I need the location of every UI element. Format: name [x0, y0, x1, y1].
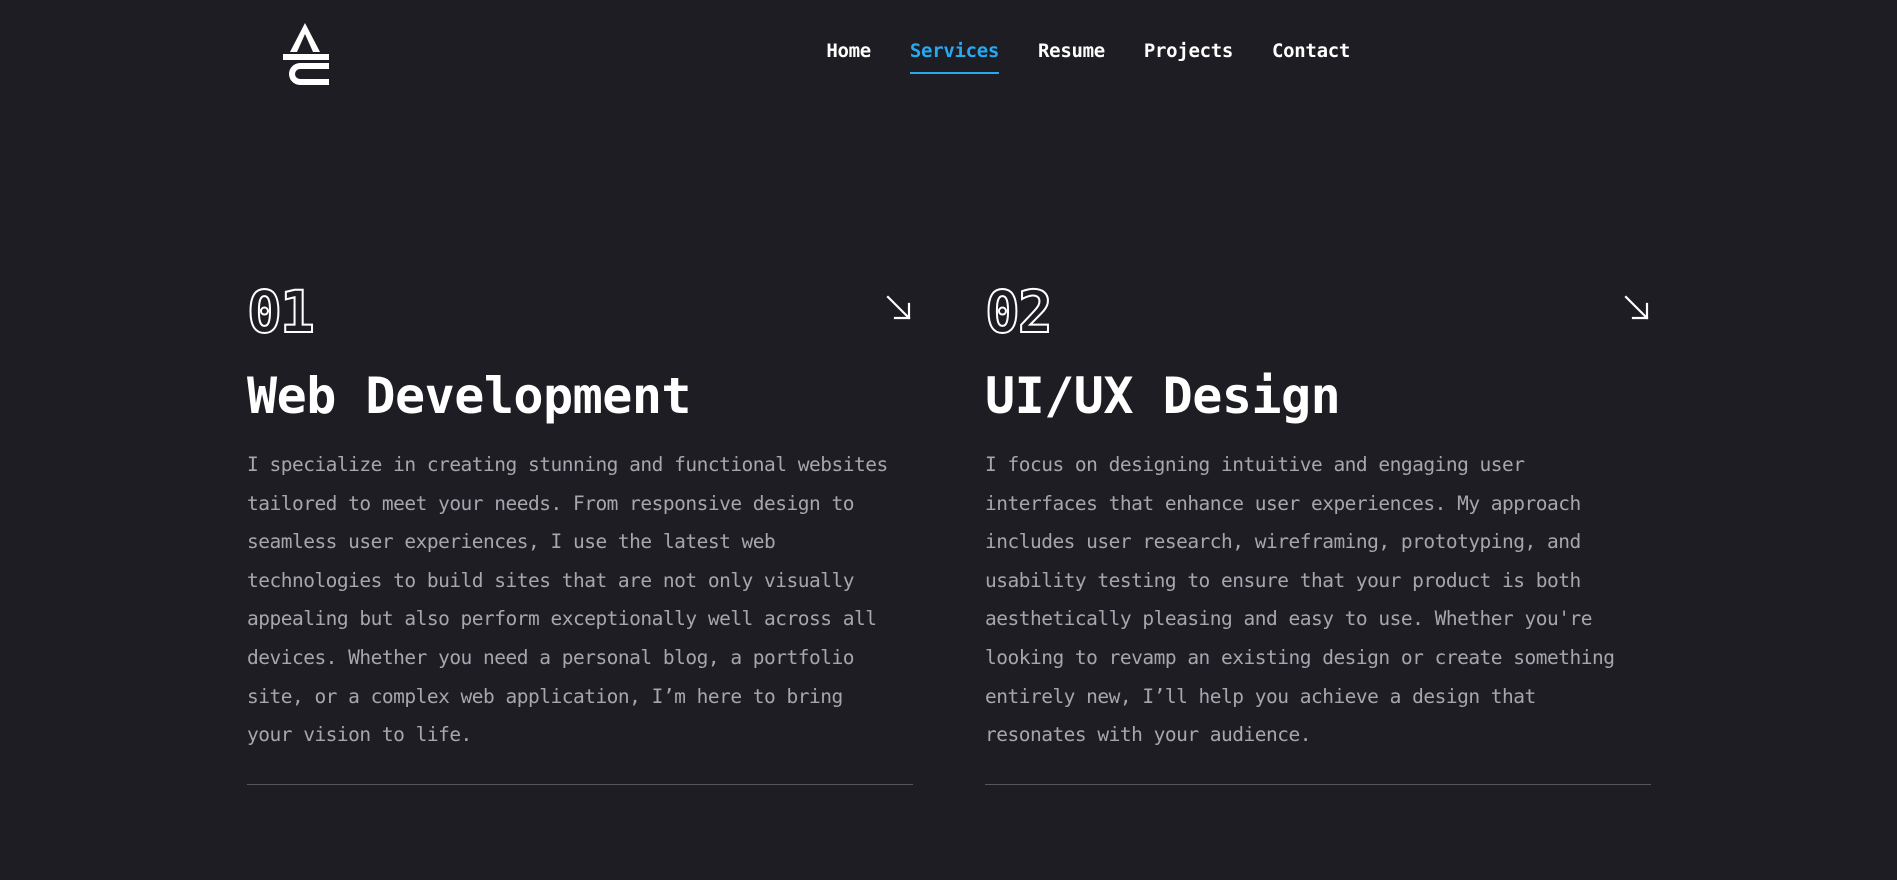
nav-item-services[interactable]: Services	[909, 40, 999, 74]
divider	[247, 784, 913, 785]
nav-item-home[interactable]: Home	[826, 40, 871, 74]
nav-item-resume[interactable]: Resume	[1038, 40, 1105, 74]
logo[interactable]	[280, 20, 330, 86]
main-nav: Home Services Resume Projects Contact	[826, 40, 1350, 74]
service-card-web-development: 01 Web Development I specialize in creat…	[246, 278, 913, 785]
service-number: 01	[246, 278, 316, 346]
service-card-ui-ux-design: 02 UI/UX Design I focus on designing int…	[984, 278, 1651, 785]
service-description: I specialize in creating stunning and fu…	[247, 453, 888, 747]
logo-mark-icon	[283, 23, 329, 85]
services-page: Home Services Resume Projects Contact 01…	[0, 0, 1897, 880]
arrow-down-right-icon[interactable]	[1623, 294, 1651, 322]
service-description: I focus on designing intuitive and engag…	[985, 453, 1615, 747]
divider	[985, 784, 1651, 785]
service-title: UI/UX Design	[985, 367, 1341, 425]
service-title: Web Development	[247, 367, 692, 425]
arrow-down-right-icon[interactable]	[885, 294, 913, 322]
nav-item-contact[interactable]: Contact	[1272, 40, 1350, 74]
service-number: 02	[984, 278, 1054, 346]
nav-item-projects[interactable]: Projects	[1144, 40, 1233, 74]
